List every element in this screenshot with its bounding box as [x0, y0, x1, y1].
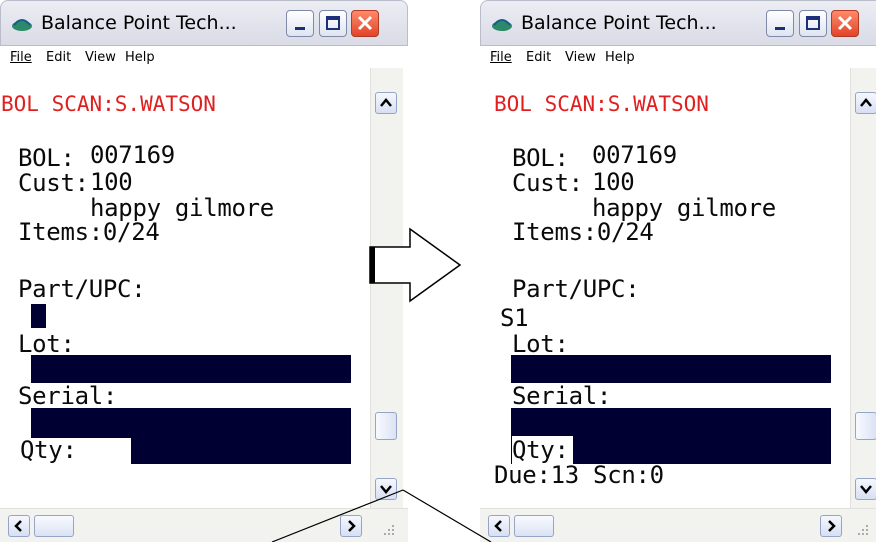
maximize-icon: [326, 16, 340, 30]
down-arrow-icon: [860, 485, 872, 494]
scan-header: BOL SCAN:S.WATSON: [494, 92, 709, 116]
minimize-button[interactable]: [286, 10, 314, 37]
cust-label: Cust:: [512, 169, 583, 197]
menu-view[interactable]: View: [565, 50, 596, 65]
scan-content: BOL SCAN:S.WATSON BOL: 007169 Cust: 100 …: [0, 68, 376, 515]
horizontal-scrollbar[interactable]: [0, 508, 408, 542]
close-icon: [357, 15, 373, 31]
close-icon: [837, 15, 853, 31]
app-icon: [12, 19, 32, 31]
scroll-right-button[interactable]: [340, 515, 362, 537]
title-bar[interactable]: Balance Point Tech...: [0, 0, 408, 46]
menu-bar: File Edit View Help: [480, 46, 876, 68]
maximize-button[interactable]: [319, 10, 347, 37]
lot-label: Lot:: [512, 330, 569, 358]
bol-value: 007169: [592, 141, 677, 169]
right-window: Balance Point Tech... File Edit View Hel…: [480, 0, 876, 542]
part-input[interactable]: [31, 304, 46, 328]
part-value[interactable]: S1: [500, 304, 529, 332]
close-button[interactable]: [351, 10, 379, 37]
menu-help[interactable]: Help: [605, 50, 635, 65]
up-arrow-icon: [380, 98, 392, 107]
scroll-up-button[interactable]: [375, 92, 397, 114]
left-arrow-icon: [14, 520, 22, 532]
qty-label: Qty:: [20, 436, 77, 464]
cust-value: 100: [592, 168, 635, 196]
resize-grip-icon[interactable]: [378, 519, 396, 537]
items-count: Items:0/24: [18, 218, 160, 246]
serial-label: Serial:: [512, 382, 612, 410]
transition-arrow-icon: [369, 227, 462, 303]
maximize-icon: [806, 16, 820, 30]
horizontal-scrollbar[interactable]: [480, 508, 876, 542]
window-title: Balance Point Tech...: [521, 12, 717, 34]
menu-edit[interactable]: Edit: [526, 50, 551, 65]
part-label: Part/UPC:: [512, 275, 640, 303]
lot-label: Lot:: [18, 330, 75, 358]
scroll-left-button[interactable]: [488, 515, 510, 537]
menu-file[interactable]: File: [490, 50, 512, 65]
scan-content: BOL SCAN:S.WATSON BOL: 007169 Cust: 100 …: [480, 68, 832, 515]
items-count: Items:0/24: [512, 218, 654, 246]
vertical-scrollbar[interactable]: [850, 68, 876, 508]
window-title: Balance Point Tech...: [41, 12, 237, 34]
scroll-down-button[interactable]: [855, 478, 876, 500]
scroll-down-button[interactable]: [375, 478, 397, 500]
bol-label: BOL:: [18, 144, 75, 172]
right-arrow-icon: [828, 520, 836, 532]
close-button[interactable]: [831, 10, 859, 37]
menu-file[interactable]: File: [10, 50, 32, 65]
part-label: Part/UPC:: [18, 275, 146, 303]
menu-bar: File Edit View Help: [0, 46, 408, 68]
due-scan-status: Due:13 Scn:0: [494, 461, 664, 489]
scroll-thumb[interactable]: [375, 412, 397, 440]
maximize-button[interactable]: [799, 10, 827, 37]
bol-value: 007169: [90, 141, 175, 169]
resize-grip-icon[interactable]: [852, 519, 870, 537]
up-arrow-icon: [860, 98, 872, 107]
menu-view[interactable]: View: [85, 50, 116, 65]
lot-input[interactable]: [31, 355, 351, 383]
bol-label: BOL:: [512, 144, 569, 172]
app-icon: [492, 19, 512, 31]
scroll-thumb[interactable]: [855, 412, 876, 440]
scroll-left-button[interactable]: [8, 515, 30, 537]
right-arrow-icon: [348, 520, 356, 532]
minimize-icon: [295, 27, 305, 30]
serial-label: Serial:: [18, 382, 118, 410]
horizontal-scroll-thumb[interactable]: [514, 515, 554, 537]
cust-value: 100: [90, 168, 133, 196]
horizontal-scroll-thumb[interactable]: [34, 515, 74, 537]
down-arrow-icon: [380, 485, 392, 494]
qty-input[interactable]: [131, 434, 351, 464]
title-bar[interactable]: Balance Point Tech...: [480, 0, 876, 46]
lot-input[interactable]: [511, 355, 831, 383]
cust-label: Cust:: [18, 169, 89, 197]
left-window: Balance Point Tech... File Edit View Hel…: [0, 0, 408, 542]
left-arrow-icon: [494, 520, 502, 532]
scan-header: BOL SCAN:S.WATSON: [1, 92, 216, 116]
scroll-right-button[interactable]: [820, 515, 842, 537]
minimize-icon: [775, 27, 785, 30]
menu-help[interactable]: Help: [125, 50, 155, 65]
qty-label: Qty:: [512, 436, 573, 464]
menu-edit[interactable]: Edit: [46, 50, 71, 65]
scroll-up-button[interactable]: [855, 92, 876, 114]
minimize-button[interactable]: [766, 10, 794, 37]
